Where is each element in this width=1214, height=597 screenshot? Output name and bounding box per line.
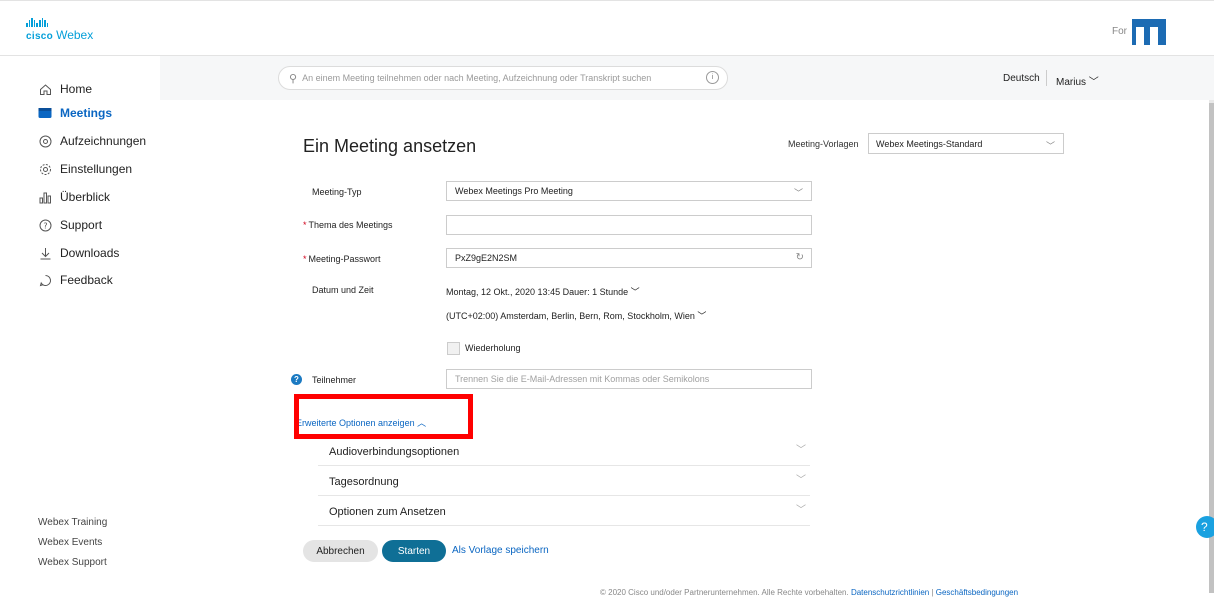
sidebar-item-label: Aufzeichnungen [60, 134, 147, 148]
download-icon [38, 246, 52, 260]
feedback-icon [38, 273, 52, 287]
templates-select[interactable]: Webex Meetings-Standard ﹀ [868, 133, 1064, 154]
sidebar-item-label: Support [60, 218, 103, 232]
chevron-down-icon: ﹀ [793, 188, 803, 198]
chevron-down-icon: ﹀ [1088, 77, 1099, 88]
attendees-placeholder: Trennen Sie die E-Mail-Adressen mit Komm… [455, 374, 710, 384]
top-bar: cisco Webex For [0, 0, 1214, 56]
sidebar-item-overview[interactable]: Überblick [38, 187, 110, 207]
section-title: Tagesordnung [329, 476, 399, 488]
password-value: PxZ9gE2N2SM [455, 253, 518, 263]
sidebar-item-downloads[interactable]: Downloads [38, 243, 119, 263]
password-label: * Meeting-Passwort [303, 254, 381, 264]
language-selector[interactable]: Deutsch [1003, 73, 1040, 84]
start-button[interactable]: Starten [382, 540, 446, 562]
timezone-select[interactable]: (UTC+02:00) Amsterdam, Berlin, Bern, Rom… [446, 309, 706, 322]
gear-icon [38, 162, 52, 176]
help-icon[interactable]: ? [291, 374, 302, 385]
user-menu[interactable]: Marius ﹀ [1056, 73, 1099, 88]
meetings-icon [38, 106, 52, 120]
for-label: For [1112, 26, 1127, 37]
sidebar-item-label: Einstellungen [60, 162, 133, 176]
chart-icon [38, 190, 52, 204]
sidebar-item-label: Meetings [60, 106, 113, 120]
highlight-box [294, 394, 473, 439]
meeting-type-select[interactable]: Webex Meetings Pro Meeting ﹀ [446, 181, 812, 201]
topic-label: * Thema des Meetings [303, 220, 393, 230]
recordings-icon [38, 134, 52, 148]
home-icon [38, 82, 52, 96]
svg-text:?: ? [43, 221, 47, 230]
sidebar-item-home[interactable]: Home [38, 79, 92, 99]
search-bar-row: ⚲ An einem Meeting teilnehmen oder nach … [160, 56, 1214, 100]
refresh-icon[interactable]: ↻ [796, 252, 804, 263]
attendees-label: Teilnehmer [312, 375, 357, 385]
templates-value: Webex Meetings-Standard [876, 138, 983, 149]
sidebar-item-label: Downloads [60, 246, 120, 260]
section-title: Optionen zum Ansetzen [329, 506, 446, 518]
meeting-type-label: Meeting-Typ [312, 187, 362, 197]
sidebar-item-recordings[interactable]: Aufzeichnungen [38, 131, 146, 151]
attendees-input[interactable]: Trennen Sie die E-Mail-Adressen mit Komm… [446, 369, 812, 389]
main-content: Ein Meeting ansetzen Meeting-Vorlagen We… [160, 100, 1214, 597]
templates-label: Meeting-Vorlagen [788, 139, 859, 149]
info-icon[interactable]: i [706, 71, 719, 84]
section-title: Audioverbindungsoptionen [329, 446, 460, 458]
chevron-down-icon: ﹀ [1045, 141, 1055, 151]
chevron-down-icon: ﹀ [796, 445, 806, 456]
sidebar-item-label: Überblick [60, 190, 111, 204]
recurrence-checkbox[interactable] [447, 342, 460, 355]
search-input[interactable]: ⚲ An einem Meeting teilnehmen oder nach … [278, 66, 728, 90]
question-icon: ? [38, 218, 52, 232]
chevron-down-icon: ﹀ [796, 505, 806, 516]
agenda-section[interactable]: Tagesordnung ﹀ [318, 466, 810, 496]
sidebar-item-meetings[interactable]: Meetings [38, 103, 112, 123]
chevron-down-icon: ﹀ [630, 287, 640, 297]
chevron-down-icon: ﹀ [697, 311, 707, 321]
webex-support-link[interactable]: Webex Support [38, 557, 107, 568]
cisco-bars-icon [26, 18, 93, 27]
floating-help-button[interactable]: ? [1196, 516, 1214, 538]
user-name: Marius [1056, 77, 1087, 88]
cancel-button[interactable]: Abbrechen [303, 540, 378, 562]
date-time-label: Datum und Zeit [312, 285, 374, 295]
save-template-link[interactable]: Als Vorlage speichern [452, 545, 549, 556]
date-time-value[interactable]: Montag, 12 Okt., 2020 13:45 Dauer: 1 Stu… [446, 285, 640, 298]
sidebar-item-support[interactable]: ? Support [38, 215, 102, 235]
sidebar-item-label: Feedback [60, 273, 113, 287]
scheduling-options-section[interactable]: Optionen zum Ansetzen ﹀ [318, 496, 810, 526]
cisco-wordmark: cisco [26, 31, 54, 42]
divider [1046, 70, 1047, 86]
webex-training-link[interactable]: Webex Training [38, 517, 107, 528]
topic-input[interactable] [446, 215, 812, 235]
sidebar-item-feedback[interactable]: Feedback [38, 270, 113, 290]
page-title: Ein Meeting ansetzen [303, 136, 477, 156]
audio-options-section[interactable]: Audioverbindungsoptionen ﹀ [318, 436, 810, 466]
recurrence-label: Wiederholung [465, 343, 521, 353]
webex-wordmark: Webex [56, 28, 94, 42]
sidebar: Home Meetings Aufzeichnungen Einstellung… [0, 56, 160, 593]
cisco-webex-logo[interactable]: cisco Webex [26, 18, 93, 42]
meeting-type-value: Webex Meetings Pro Meeting [455, 186, 573, 196]
webex-events-link[interactable]: Webex Events [38, 537, 102, 548]
chevron-down-icon: ﹀ [796, 475, 806, 486]
search-placeholder: An einem Meeting teilnehmen oder nach Me… [302, 73, 652, 83]
university-logo [1132, 15, 1204, 47]
sidebar-item-settings[interactable]: Einstellungen [38, 159, 132, 179]
password-input[interactable]: PxZ9gE2N2SM ↻ [446, 248, 812, 268]
search-icon: ⚲ [289, 72, 298, 85]
sidebar-item-label: Home [60, 82, 93, 96]
